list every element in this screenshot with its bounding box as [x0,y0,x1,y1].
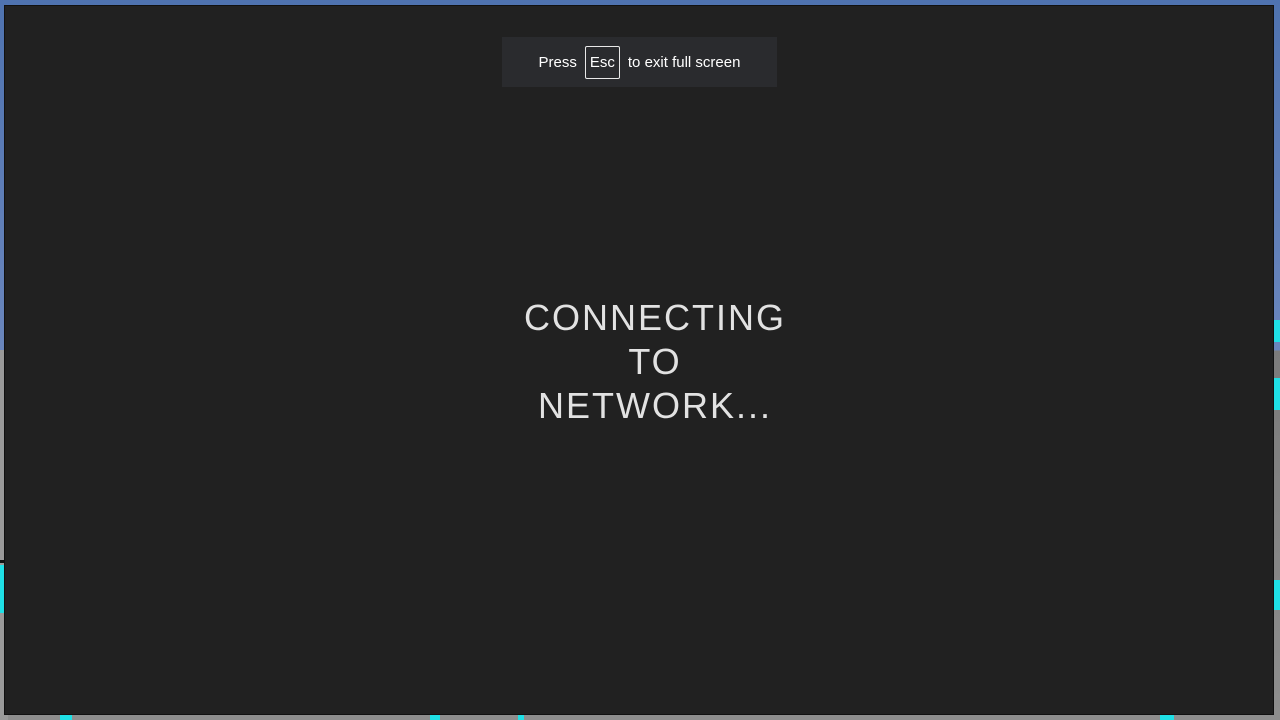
background-cyan-mark [60,714,72,720]
background-cyan-mark [430,714,440,720]
fullscreen-exit-notice: Press Esc to exit full screen [502,37,777,87]
notice-prefix: Press [538,53,577,71]
notice-suffix: to exit full screen [627,53,741,71]
status-line: TO [628,341,682,382]
connection-status-text: CONNECTING TO NETWORK... [5,296,1280,428]
esc-key-hint: Esc [584,45,620,79]
background-cyan-mark [518,714,524,720]
loading-overlay: Press Esc to exit full screen CONNECTING… [5,6,1273,714]
status-line: NETWORK... [538,385,772,426]
background-cyan-mark [1273,580,1280,610]
status-line: CONNECTING [524,297,786,338]
background-cyan-mark [1160,714,1174,720]
